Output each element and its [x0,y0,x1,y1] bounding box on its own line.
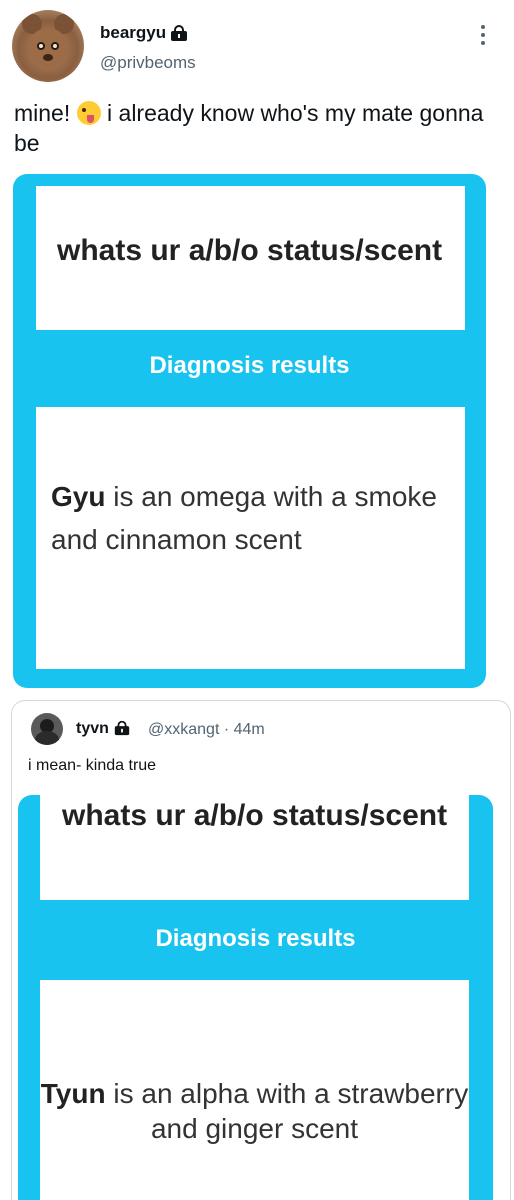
diagnosis-header: Diagnosis results [155,925,356,952]
result-text: is an alpha with a strawberry and ginger… [105,1078,469,1144]
display-name-text[interactable]: beargyu [100,23,166,42]
diagnosis-header: Diagnosis results [149,352,350,379]
bear-eye [37,42,45,50]
quiz-question-text: whats ur a/b/o status/scent [57,234,443,267]
tweet-text: mine! i already know who's my mate gonna… [14,98,494,158]
quoted-display-name: tyvn [76,720,130,738]
quiz-question-box: whats ur a/b/o status/scent [40,795,469,900]
quoted-display-name-text: tyvn [76,720,109,737]
diagnosis-result: Tyun is an alpha with a strawberry and g… [40,1076,469,1146]
quiz-result-image[interactable]: whats ur a/b/o status/scent Diagnosis re… [13,174,486,688]
quoted-tweet[interactable]: tyvn @xxkangt · 44m i mean- kinda true w… [11,700,511,1200]
lock-icon [171,25,188,41]
result-name: Gyu [51,481,106,512]
diagnosis-result: Gyu is an omega with a smoke and cinnamo… [51,475,451,561]
quiz-question: whats ur a/b/o status/scent [57,231,442,271]
bear-eye [51,42,59,50]
bear-face [28,28,68,68]
diagnosis-result-box: Gyu is an omega with a smoke and cinnamo… [36,407,465,669]
quoted-user-avatar [31,713,63,745]
user-avatar[interactable] [12,10,84,82]
quoted-time: · 44m [219,721,265,738]
diagnosis-result-box: Tyun is an alpha with a strawberry and g… [40,980,469,1200]
lock-icon [114,720,130,736]
result-name: Tyun [40,1078,106,1109]
display-name[interactable]: beargyu [100,23,188,43]
quoted-quiz-result-image: whats ur a/b/o status/scent Diagnosis re… [18,795,493,1200]
bear-snout [43,54,53,61]
quiz-question: whats ur a/b/o status/scent [62,799,448,832]
winking-face-with-tongue-icon [76,101,101,125]
result-text: is an omega with a smoke and cinnamon sc… [51,481,437,555]
user-handle[interactable]: @privbeoms [100,53,196,73]
quoted-handle: @xxkangt [148,721,220,738]
tweet-text-start: mine! [14,100,77,126]
quoted-handle-time: @xxkangt · 44m [148,721,265,739]
quiz-question-box: whats ur a/b/o status/scent [36,186,465,330]
quoted-tweet-text: i mean- kinda true [28,757,157,774]
more-options-icon[interactable] [476,25,490,49]
